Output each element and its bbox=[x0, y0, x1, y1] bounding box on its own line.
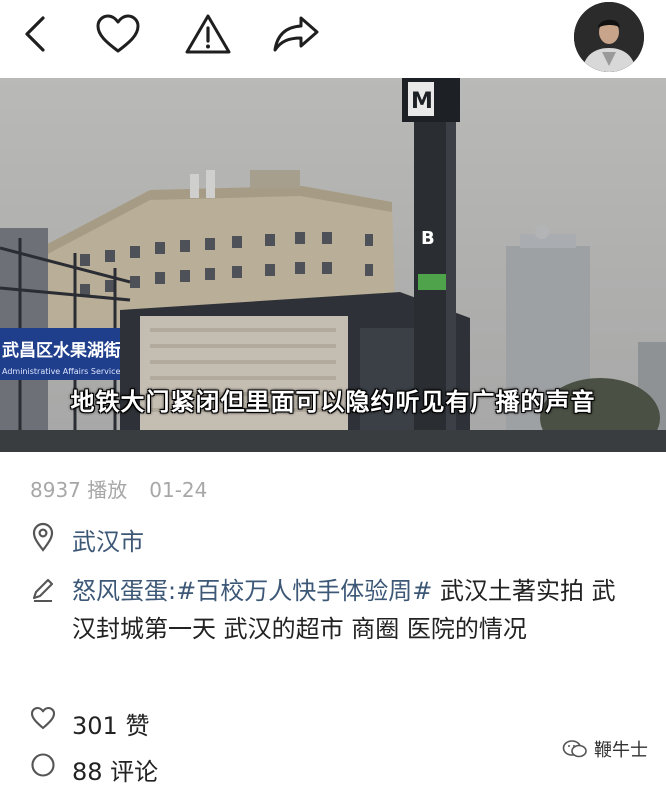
hashtag-link[interactable]: #百校万人快手体验周# bbox=[176, 577, 432, 605]
chevron-left-icon bbox=[25, 16, 45, 52]
svg-text:武昌区水果湖街: 武昌区水果湖街 bbox=[2, 340, 121, 361]
like-heart-icon bbox=[30, 706, 56, 730]
report-button[interactable] bbox=[182, 12, 234, 56]
video-caption: 地铁大门紧闭但里面可以隐约听见有广播的声音 bbox=[70, 388, 596, 416]
svg-text:B: B bbox=[421, 228, 435, 249]
avatar[interactable] bbox=[574, 2, 644, 72]
heart-icon bbox=[96, 14, 140, 53]
author-link[interactable]: 怒风蛋蛋: bbox=[72, 577, 176, 605]
comment-bubble-icon bbox=[30, 752, 56, 778]
wechat-icon bbox=[562, 740, 587, 758]
location-link[interactable]: 武汉市 bbox=[72, 522, 144, 557]
warning-icon bbox=[185, 14, 231, 54]
watermark: 鞭牛士 bbox=[562, 736, 648, 762]
comments-row[interactable]: 88 评论 bbox=[30, 752, 158, 787]
svg-text:M: M bbox=[411, 89, 433, 114]
location-pin-icon bbox=[30, 522, 56, 552]
top-bar bbox=[0, 0, 666, 78]
pencil-icon bbox=[30, 577, 56, 603]
play-count: 8937 播放 bbox=[30, 478, 128, 502]
share-arrow-icon bbox=[273, 16, 319, 52]
back-button[interactable] bbox=[10, 12, 62, 56]
like-button[interactable] bbox=[92, 12, 144, 56]
edit-icon-wrap bbox=[30, 577, 72, 603]
watermark-text: 鞭牛士 bbox=[594, 740, 648, 761]
likes-row[interactable]: 301 赞 bbox=[30, 706, 149, 741]
like-count: 301 赞 bbox=[72, 712, 150, 740]
avatar-photo bbox=[574, 2, 644, 72]
location-row[interactable]: 武汉市 bbox=[30, 522, 144, 557]
comment-count: 88 评论 bbox=[72, 758, 159, 786]
post-description: 怒风蛋蛋:#百校万人快手体验周# 武汉土著实拍 武汉封城第一天 武汉的超市 商圈… bbox=[72, 572, 632, 648]
video-frame[interactable]: 武昌区水果湖街 Administrative Affairs Service C… bbox=[0, 78, 666, 452]
video-stats: 8937 播放 01-24 bbox=[30, 474, 207, 503]
share-button[interactable] bbox=[270, 12, 322, 56]
post-date: 01-24 bbox=[149, 478, 208, 502]
